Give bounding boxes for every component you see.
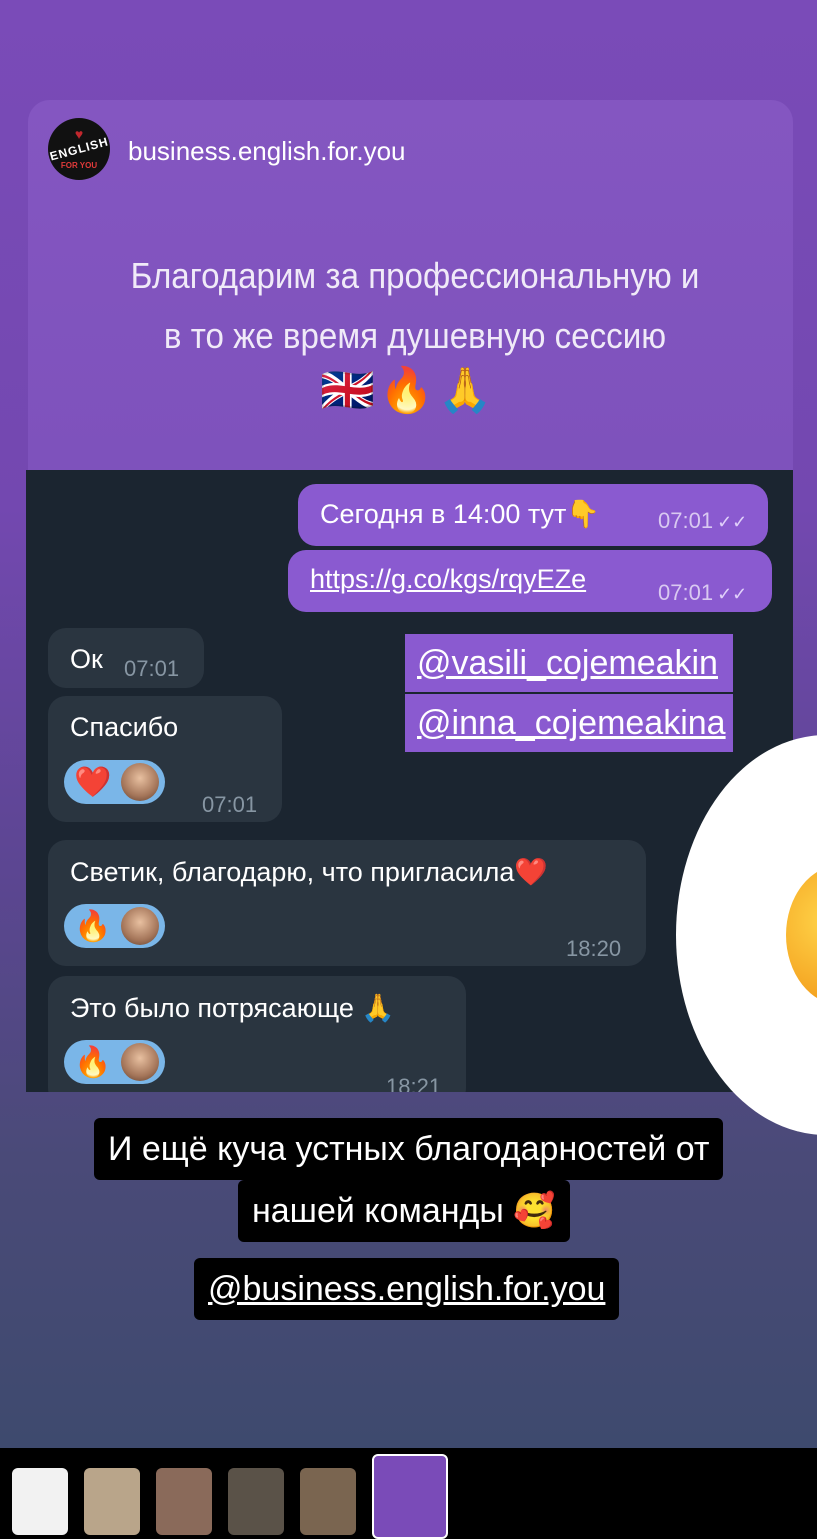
heart-reaction-icon: ❤️: [74, 765, 112, 799]
message-reaction[interactable]: ❤️: [64, 760, 166, 804]
story-thumbnail[interactable]: [300, 1468, 356, 1535]
story-thumbnail-active[interactable]: [372, 1454, 448, 1539]
story-thumbnail-strip: [0, 1448, 817, 1539]
message-bubble-outgoing: https://g.co/kgs/rqyEZe 07:01 ✓✓: [288, 550, 772, 612]
message-text: Это было потрясающе 🙏: [70, 993, 395, 1023]
message-bubble-incoming: Спасибо ❤️ 07:01: [48, 696, 282, 822]
message-text: Спасибо: [70, 712, 179, 742]
message-reaction[interactable]: 🔥: [64, 1040, 166, 1084]
message-text: Сегодня в 14:00 тут👇: [320, 499, 601, 529]
avatar-logo-subtext: FOR YOU: [60, 161, 98, 170]
story-thumbnail[interactable]: [84, 1468, 140, 1535]
reactor-avatar: [121, 1043, 160, 1081]
message-bubble-incoming: Ок 07:01: [48, 628, 204, 688]
message-link[interactable]: https://g.co/kgs/rqyEZe: [310, 564, 586, 595]
story-thumbnail[interactable]: [228, 1468, 284, 1535]
message-time: 18:20: [566, 936, 622, 961]
chat-screenshot: Сегодня в 14:00 тут👇 07:01 ✓✓ https://g.c…: [26, 470, 793, 1092]
story-frame: ♥ ENGLISH FOR YOU business.english.for.y…: [0, 0, 817, 1448]
message-time: 07:01: [658, 508, 714, 533]
read-checks-icon: ✓✓: [717, 584, 748, 604]
caption-emojis: 🇬🇧🔥🙏: [320, 366, 497, 415]
fire-reaction-icon: 🔥: [74, 1045, 112, 1079]
mention-sticker-2[interactable]: @inna_cojemeakina: [405, 694, 733, 752]
story-thumbnail[interactable]: [156, 1468, 212, 1535]
message-text: Ок: [70, 644, 103, 674]
caption-line-1: Благодарим за профессиональную и: [130, 255, 700, 296]
fire-reaction-icon: 🔥: [74, 909, 112, 943]
account-avatar[interactable]: ♥ ENGLISH FOR YOU: [48, 118, 110, 180]
heart-logo-icon: ♥: [74, 126, 84, 142]
message-text: Светик, благодарю, что пригласила❤️: [70, 857, 549, 887]
message-time: 18:21: [386, 1074, 442, 1092]
message-bubble-incoming: Это было потрясающе 🙏 🔥 18:21: [48, 976, 466, 1092]
reactor-avatar: [121, 763, 160, 801]
message-bubble-outgoing: Сегодня в 14:00 тут👇 07:01 ✓✓: [298, 484, 768, 546]
reactor-avatar: [121, 907, 160, 945]
account-username[interactable]: business.english.for.you: [128, 136, 406, 167]
mention-sticker-1[interactable]: @vasili_cojemeakin: [405, 634, 733, 692]
caption-line-2: в то же время душевную сессию: [163, 315, 667, 356]
message-time: 07:01: [202, 792, 258, 817]
story-text-line-2: нашей команды 🥰: [238, 1180, 570, 1242]
story-mention-link[interactable]: @business.english.for.you: [194, 1258, 620, 1320]
story-text-line-1: И ещё куча устных благодарностей от: [94, 1118, 724, 1180]
message-time: 07:01: [658, 580, 714, 605]
message-time: 07:01: [124, 656, 180, 681]
message-reaction[interactable]: 🔥: [64, 904, 166, 948]
read-checks-icon: ✓✓: [717, 512, 748, 532]
message-bubble-incoming: Светик, благодарю, что пригласила❤️ 🔥 18…: [48, 840, 646, 966]
story-thumbnail[interactable]: [12, 1468, 68, 1535]
